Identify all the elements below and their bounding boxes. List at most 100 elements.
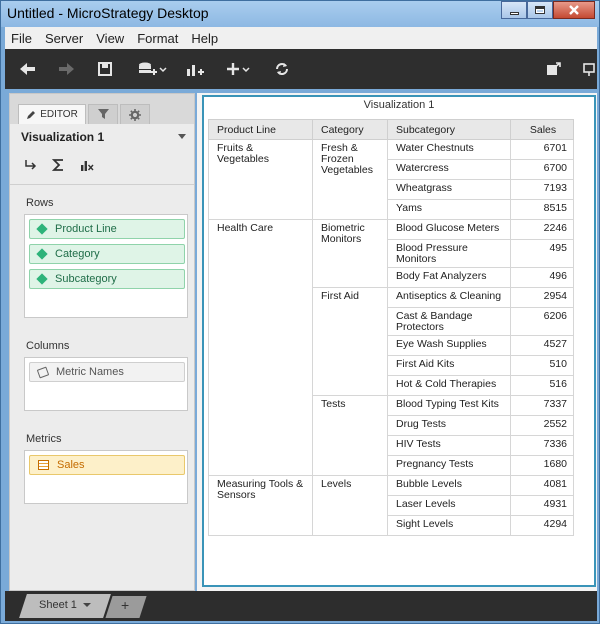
cell-sales[interactable]: 516 [510, 375, 574, 396]
metric-icon [38, 460, 49, 470]
cell-sales[interactable]: 496 [510, 267, 574, 288]
visualization-container[interactable]: Visualization 1 Product Line Category Su… [202, 95, 596, 587]
chevron-down-icon[interactable] [178, 134, 186, 139]
cell-sales[interactable]: 4081 [510, 475, 574, 496]
undo-button[interactable] [17, 58, 37, 80]
cell-subcategory[interactable]: HIV Tests [387, 435, 511, 456]
tab-editor-label: EDITOR [40, 109, 78, 120]
add-sheet-label: + [121, 597, 130, 613]
cell-subcategory[interactable]: Blood Pressure Monitors [387, 239, 511, 268]
menu-server[interactable]: Server [39, 31, 90, 46]
cell-sales[interactable]: 6206 [510, 307, 574, 336]
rows-dropzone[interactable]: Product Line Category Subcategory [24, 214, 188, 318]
cell-subcategory[interactable]: Cast & Bandage Protectors [387, 307, 511, 336]
present-button[interactable] [583, 58, 595, 80]
cell-subcategory[interactable]: Hot & Cold Therapies [387, 375, 511, 396]
add-data-button[interactable] [137, 58, 167, 80]
row-pill-subcategory[interactable]: Subcategory [29, 269, 185, 289]
refresh-button[interactable] [273, 58, 291, 80]
grid-table: Product Line Category Subcategory Sales … [208, 119, 574, 536]
cell-sales[interactable]: 1680 [510, 455, 574, 476]
cell-subcategory[interactable]: Sight Levels [387, 515, 511, 536]
row-pill-category[interactable]: Category [29, 244, 185, 264]
columns-label: Columns [26, 340, 70, 352]
metric-pill-sales[interactable]: Sales [29, 455, 185, 475]
menu-file[interactable]: File [5, 31, 39, 46]
cell-sales[interactable]: 2552 [510, 415, 574, 436]
cell-category[interactable]: Tests [312, 395, 388, 476]
visualization-name[interactable]: Visualization 1 [21, 130, 104, 144]
cell-subcategory[interactable]: Laser Levels [387, 495, 511, 516]
add-button[interactable] [225, 58, 251, 80]
sum-icon[interactable] [52, 158, 66, 172]
gear-icon [129, 108, 141, 121]
cell-category[interactable]: First Aid [312, 287, 388, 396]
cell-subcategory[interactable]: Watercress [387, 159, 511, 180]
cell-subcategory[interactable]: Water Chestnuts [387, 139, 511, 160]
metrics-dropzone[interactable]: Sales [24, 450, 188, 504]
column-pill-metric-names[interactable]: Metric Names [29, 362, 185, 382]
header-product-line[interactable]: Product Line [208, 119, 313, 140]
cell-subcategory[interactable]: Antiseptics & Cleaning [387, 287, 511, 308]
cell-category[interactable]: Levels [312, 475, 388, 536]
cell-sales[interactable]: 6700 [510, 159, 574, 180]
export-icon [547, 62, 561, 75]
tab-filter[interactable] [88, 104, 118, 124]
columns-dropzone[interactable]: Metric Names [24, 357, 188, 411]
chevron-down-icon[interactable] [82, 603, 91, 607]
maximize-button[interactable] [527, 1, 553, 19]
cell-subcategory[interactable]: Blood Glucose Meters [387, 219, 511, 240]
cell-product-line[interactable]: Fruits & Vegetables [208, 139, 313, 220]
menu-format[interactable]: Format [131, 31, 185, 46]
undo-icon [20, 63, 35, 75]
cell-sales[interactable]: 7337 [510, 395, 574, 416]
cell-subcategory[interactable]: First Aid Kits [387, 355, 511, 376]
cell-subcategory[interactable]: Drug Tests [387, 415, 511, 436]
clear-chart-icon[interactable] [80, 158, 94, 172]
minimize-button[interactable] [501, 1, 527, 19]
cell-sales[interactable]: 2954 [510, 287, 574, 308]
add-data-icon [139, 62, 167, 75]
close-button[interactable] [553, 1, 595, 19]
cell-sales[interactable]: 495 [510, 239, 574, 268]
redo-button[interactable] [57, 58, 77, 80]
table-row: Fruits & Vegetables Fresh & Frozen Vegeta… [208, 139, 574, 220]
cell-sales[interactable]: 6701 [510, 139, 574, 160]
cell-subcategory[interactable]: Yams [387, 199, 511, 220]
cell-sales[interactable]: 510 [510, 355, 574, 376]
tab-editor[interactable]: EDITOR [18, 104, 86, 124]
cell-subcategory[interactable]: Bubble Levels [387, 475, 511, 496]
cell-sales[interactable]: 8515 [510, 199, 574, 220]
cell-category[interactable]: Fresh & Frozen Vegetables [312, 139, 388, 220]
cell-subcategory[interactable]: Body Fat Analyzers [387, 267, 511, 288]
cell-sales[interactable]: 4931 [510, 495, 574, 516]
cell-subcategory[interactable]: Wheatgrass [387, 179, 511, 200]
cell-sales[interactable]: 4294 [510, 515, 574, 536]
cell-sales[interactable]: 2246 [510, 219, 574, 240]
row-pill-product-line[interactable]: Product Line [29, 219, 185, 239]
export-button[interactable] [545, 58, 563, 80]
menu-bar: File Server View Format Help [5, 27, 597, 49]
app-window: Untitled - MicroStrategy Desktop File Se… [0, 0, 600, 624]
cell-sales[interactable]: 7193 [510, 179, 574, 200]
attribute-icon [36, 273, 48, 285]
header-sales[interactable]: Sales [510, 119, 574, 140]
swap-icon[interactable] [24, 158, 38, 172]
cell-product-line[interactable]: Health Care [208, 219, 313, 476]
toolbar [5, 49, 597, 89]
cell-sales[interactable]: 7336 [510, 435, 574, 456]
cell-subcategory[interactable]: Eye Wash Supplies [387, 335, 511, 356]
cell-product-line[interactable]: Measuring Tools & Sensors [208, 475, 313, 536]
cell-category[interactable]: Biometric Monitors [312, 219, 388, 288]
cell-subcategory[interactable]: Pregnancy Tests [387, 455, 511, 476]
menu-help[interactable]: Help [185, 31, 225, 46]
tab-format[interactable] [120, 104, 150, 124]
insert-visualization-button[interactable] [185, 58, 205, 80]
header-subcategory[interactable]: Subcategory [387, 119, 511, 140]
cell-sales[interactable]: 4527 [510, 335, 574, 356]
column-pill-label: Metric Names [56, 366, 124, 378]
cell-subcategory[interactable]: Blood Typing Test Kits [387, 395, 511, 416]
header-category[interactable]: Category [312, 119, 388, 140]
save-button[interactable] [97, 58, 113, 80]
menu-view[interactable]: View [90, 31, 131, 46]
